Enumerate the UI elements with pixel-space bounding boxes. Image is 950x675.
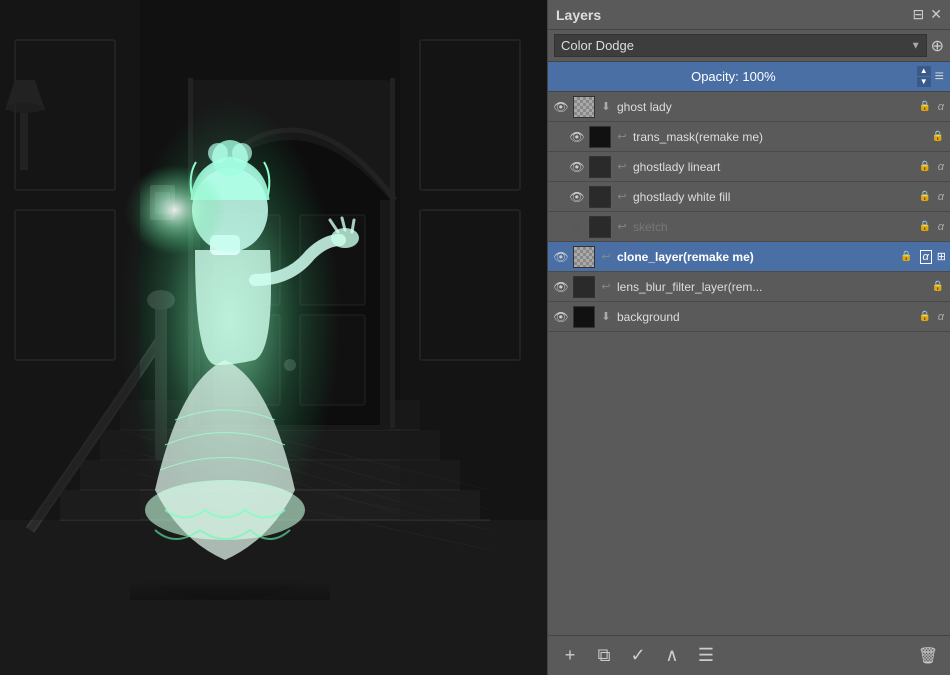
layer-chain-icon: ↩: [614, 159, 630, 175]
layer-visibility-toggle[interactable]: 👁: [568, 158, 586, 176]
layer-chain-icon: ↩: [614, 129, 630, 145]
layer-visibility-toggle[interactable]: 👁: [568, 128, 586, 146]
layer-lock-icon[interactable]: 🔒: [930, 129, 946, 145]
layer-lock-icon[interactable]: 🔒: [917, 189, 933, 205]
layer-name: ghost lady: [617, 100, 914, 114]
layer-thumbnail: [573, 306, 595, 328]
layer-row[interactable]: 👁 ↩ghostlady lineart🔒 α: [548, 152, 950, 182]
layer-name: sketch: [633, 220, 914, 234]
layer-chain-icon: ↩: [614, 189, 630, 205]
layer-thumbnail: [573, 276, 595, 298]
layer-row[interactable]: 👁 ⬇ghost lady🔒 α: [548, 92, 950, 122]
layer-lock-icon[interactable]: 🔒: [930, 279, 946, 295]
layer-thumbnail: [573, 246, 595, 268]
layer-visibility-toggle[interactable]: 👁: [552, 308, 570, 326]
layer-menu-button[interactable]: ☰: [692, 642, 720, 670]
opacity-menu-icon[interactable]: ≡: [935, 68, 944, 86]
panel-header: Layers ⊟ ✕: [548, 0, 950, 30]
layer-name: background: [617, 310, 914, 324]
layer-chain-icon: ↩: [614, 219, 630, 235]
layer-row[interactable]: 👁 ↩lens_blur_filter_layer(rem...🔒: [548, 272, 950, 302]
layer-visibility-toggle[interactable]: ○: [568, 218, 586, 236]
delete-layer-button[interactable]: 🗑: [914, 642, 942, 670]
opacity-down-btn[interactable]: ▼: [917, 77, 931, 87]
opacity-spinner[interactable]: ▲ ▼: [917, 66, 931, 87]
move-up-button[interactable]: ∧: [658, 642, 686, 670]
blend-mode-select[interactable]: NormalDissolveDarkenMultiplyColor BurnLi…: [554, 34, 927, 57]
canvas-area: [0, 0, 547, 675]
blend-mode-row: NormalDissolveDarkenMultiplyColor BurnLi…: [548, 30, 950, 62]
layer-thumbnail: [589, 186, 611, 208]
layers-list[interactable]: 👁⬇ghost lady🔒α👁↩trans_mask(remake me)🔒👁↩…: [548, 92, 950, 635]
move-down-button[interactable]: ✓: [624, 642, 652, 670]
layer-alpha-icon[interactable]: α: [938, 101, 944, 113]
layer-alpha-icon[interactable]: α: [938, 221, 944, 233]
panel-title: Layers: [556, 7, 601, 23]
layer-name: ghostlady white fill: [633, 190, 914, 204]
layer-chain-icon: ↩: [598, 279, 614, 295]
layer-lock-icon[interactable]: 🔒: [899, 249, 915, 265]
layer-row[interactable]: 👁 ↩trans_mask(remake me)🔒: [548, 122, 950, 152]
layer-row[interactable]: 👁 ⬇background🔒 α: [548, 302, 950, 332]
layer-alpha-icon[interactable]: α: [938, 161, 944, 173]
layer-visibility-toggle[interactable]: 👁: [552, 98, 570, 116]
add-layer-button[interactable]: +: [556, 642, 584, 670]
layer-alpha-icon[interactable]: α: [938, 311, 944, 323]
layer-thumbnail: [573, 96, 595, 118]
layer-lock-icon[interactable]: 🔒: [917, 309, 933, 325]
layer-row[interactable]: ○ ↩sketch🔒 α: [548, 212, 950, 242]
layer-lock-icon[interactable]: 🔒: [917, 99, 933, 115]
opacity-row: Opacity: 100% ▲ ▼ ≡: [548, 62, 950, 92]
layer-row[interactable]: 👁 ↩ghostlady white fill🔒 α: [548, 182, 950, 212]
layer-alpha-icon[interactable]: α: [920, 250, 932, 264]
layers-panel: Layers ⊟ ✕ NormalDissolveDarkenMultiplyC…: [547, 0, 950, 675]
layer-group-icon: ⬇: [598, 309, 614, 325]
layer-visibility-toggle[interactable]: 👁: [552, 248, 570, 266]
opacity-label: Opacity: 100%: [554, 69, 913, 84]
layer-lock-icon[interactable]: 🔒: [917, 159, 933, 175]
layer-thumbnail: [589, 126, 611, 148]
layer-name: ghostlady lineart: [633, 160, 914, 174]
layer-name: lens_blur_filter_layer(rem...: [617, 280, 927, 294]
layer-name: trans_mask(remake me): [633, 130, 927, 144]
layer-alpha-icon[interactable]: α: [938, 191, 944, 203]
close-icon[interactable]: ✕: [930, 6, 942, 23]
layer-lock-icon[interactable]: 🔒: [917, 219, 933, 235]
copy-layer-button[interactable]: ⧉: [590, 642, 618, 670]
layer-group-icon: ⬇: [598, 99, 614, 115]
layer-chain-icon: ↩: [598, 249, 614, 265]
layer-name: clone_layer(remake me): [617, 250, 896, 264]
layer-thumbnail: [589, 216, 611, 238]
panel-footer: + ⧉ ✓ ∧ ☰ 🗑: [548, 635, 950, 675]
layer-row[interactable]: 👁 ↩clone_layer(remake me)🔒 α ⊞: [548, 242, 950, 272]
layer-extra-icon: ⊞: [937, 250, 946, 263]
layer-thumbnail: [589, 156, 611, 178]
layer-visibility-toggle[interactable]: 👁: [568, 188, 586, 206]
layer-visibility-toggle[interactable]: 👁: [552, 278, 570, 296]
filter-icon[interactable]: ⊕: [931, 36, 944, 56]
opacity-up-btn[interactable]: ▲: [917, 66, 931, 76]
expand-icon[interactable]: ⊟: [913, 6, 925, 23]
